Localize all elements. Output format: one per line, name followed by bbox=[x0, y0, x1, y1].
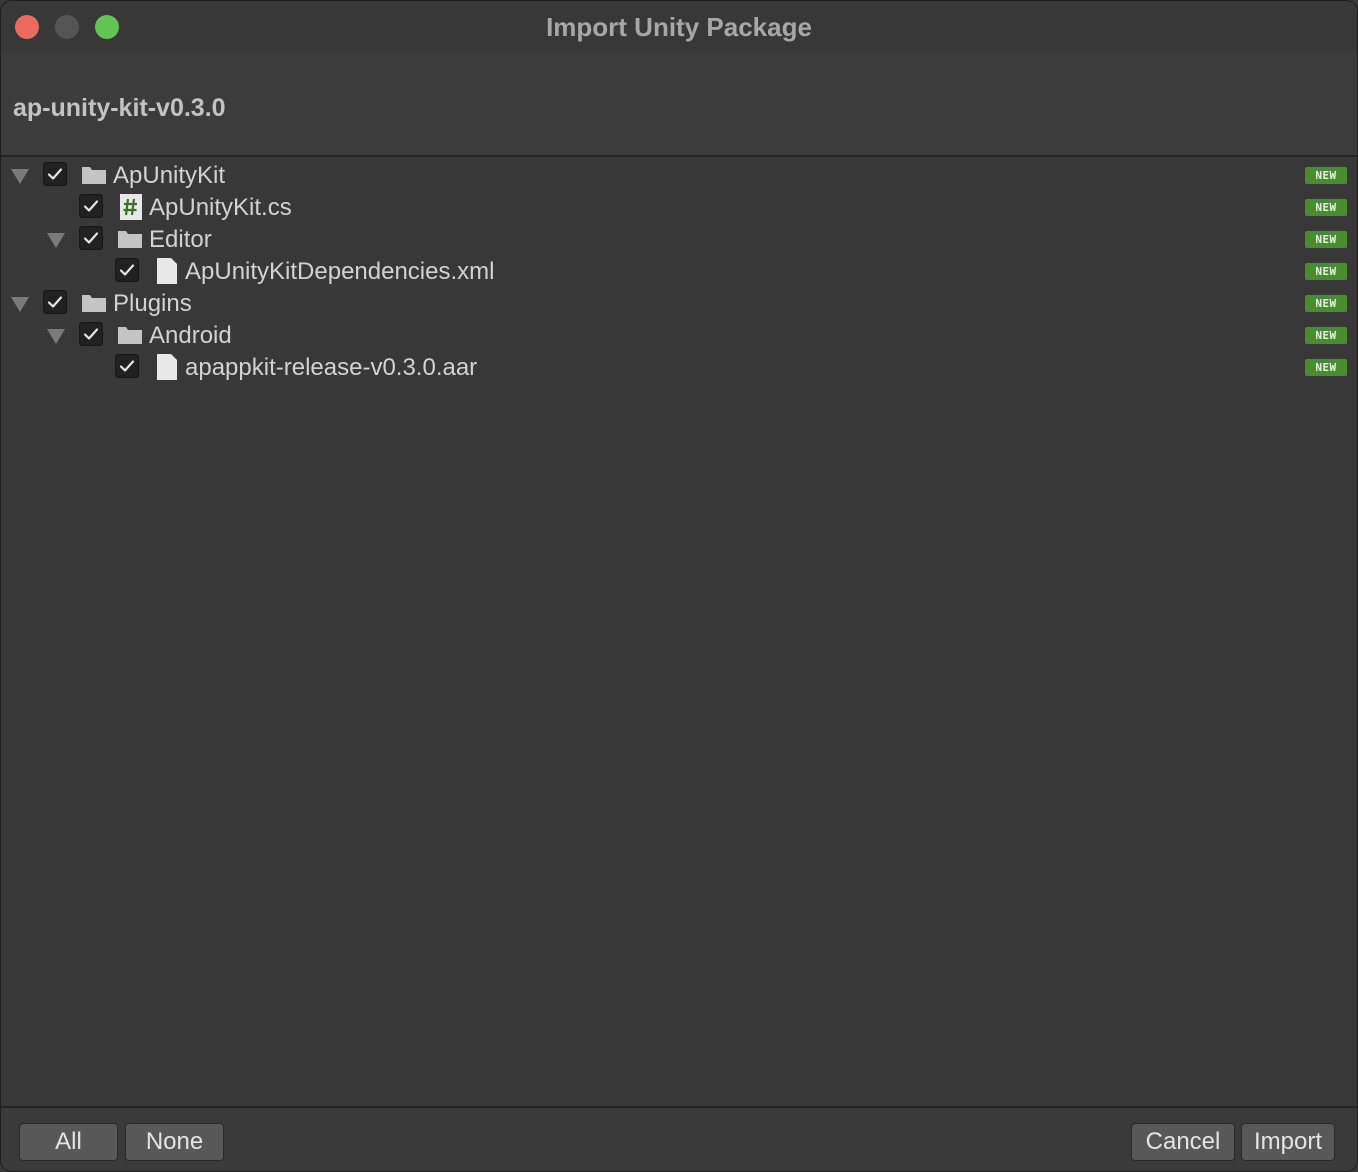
include-checkbox[interactable] bbox=[43, 290, 67, 314]
tree-item-label: ApUnityKit bbox=[113, 162, 226, 189]
new-badge: NEW bbox=[1305, 199, 1347, 216]
import-button[interactable]: Import bbox=[1241, 1123, 1335, 1161]
tree-row-apunitykit[interactable]: ApUnityKit NEW bbox=[1, 160, 1357, 192]
tree-row-apappkit-release-aar[interactable]: apappkit-release-v0.3.0.aar NEW bbox=[1, 352, 1357, 384]
select-all-button[interactable]: All bbox=[19, 1123, 118, 1161]
select-none-button[interactable]: None bbox=[125, 1123, 224, 1161]
tree-row-editor[interactable]: Editor NEW bbox=[1, 224, 1357, 256]
import-unity-package-window: Import Unity Package ap-unity-kit-v0.3.0… bbox=[0, 0, 1358, 1172]
include-checkbox[interactable] bbox=[79, 194, 103, 218]
footer-toolbar: All None Cancel Import bbox=[1, 1106, 1357, 1171]
tree-item-label: Android bbox=[149, 322, 232, 349]
tree-item-label: ApUnityKit.cs bbox=[149, 194, 292, 221]
expand-arrow-icon[interactable] bbox=[11, 169, 29, 184]
include-checkbox[interactable] bbox=[79, 322, 103, 346]
file-icon bbox=[154, 258, 180, 284]
expand-arrow-icon[interactable] bbox=[47, 329, 65, 344]
tree-item-label: ApUnityKitDependencies.xml bbox=[185, 258, 495, 285]
tree-item-label: Plugins bbox=[113, 290, 192, 317]
tree-row-apunitykitdependencies-xml[interactable]: ApUnityKitDependencies.xml NEW bbox=[1, 256, 1357, 288]
new-badge: NEW bbox=[1305, 359, 1347, 376]
csharp-script-icon bbox=[118, 194, 144, 220]
new-badge: NEW bbox=[1305, 327, 1347, 344]
include-checkbox[interactable] bbox=[79, 226, 103, 250]
tree-row-apunitykit-cs[interactable]: ApUnityKit.cs NEW bbox=[1, 192, 1357, 224]
tree-item-label: apappkit-release-v0.3.0.aar bbox=[185, 354, 478, 381]
folder-icon bbox=[81, 290, 107, 316]
package-contents-tree: ApUnityKit NEW ApUnityKit.cs NEW Editor … bbox=[1, 160, 1357, 1106]
include-checkbox[interactable] bbox=[43, 162, 67, 186]
new-badge: NEW bbox=[1305, 231, 1347, 248]
new-badge: NEW bbox=[1305, 167, 1347, 184]
package-name: ap-unity-kit-v0.3.0 bbox=[13, 94, 226, 122]
window-title: Import Unity Package bbox=[546, 12, 812, 42]
folder-icon bbox=[81, 162, 107, 188]
include-checkbox[interactable] bbox=[115, 258, 139, 282]
include-checkbox[interactable] bbox=[115, 354, 139, 378]
file-icon bbox=[154, 354, 180, 380]
folder-icon bbox=[117, 322, 143, 348]
tree-item-label: Editor bbox=[149, 226, 212, 253]
tree-row-plugins[interactable]: Plugins NEW bbox=[1, 288, 1357, 320]
new-badge: NEW bbox=[1305, 295, 1347, 312]
new-badge: NEW bbox=[1305, 263, 1347, 280]
cancel-button[interactable]: Cancel bbox=[1131, 1123, 1235, 1161]
title-bar: Import Unity Package bbox=[1, 1, 1357, 53]
package-header: ap-unity-kit-v0.3.0 bbox=[1, 53, 1357, 157]
expand-arrow-icon[interactable] bbox=[47, 233, 65, 248]
expand-arrow-icon[interactable] bbox=[11, 297, 29, 312]
folder-icon bbox=[117, 226, 143, 252]
tree-row-android[interactable]: Android NEW bbox=[1, 320, 1357, 352]
